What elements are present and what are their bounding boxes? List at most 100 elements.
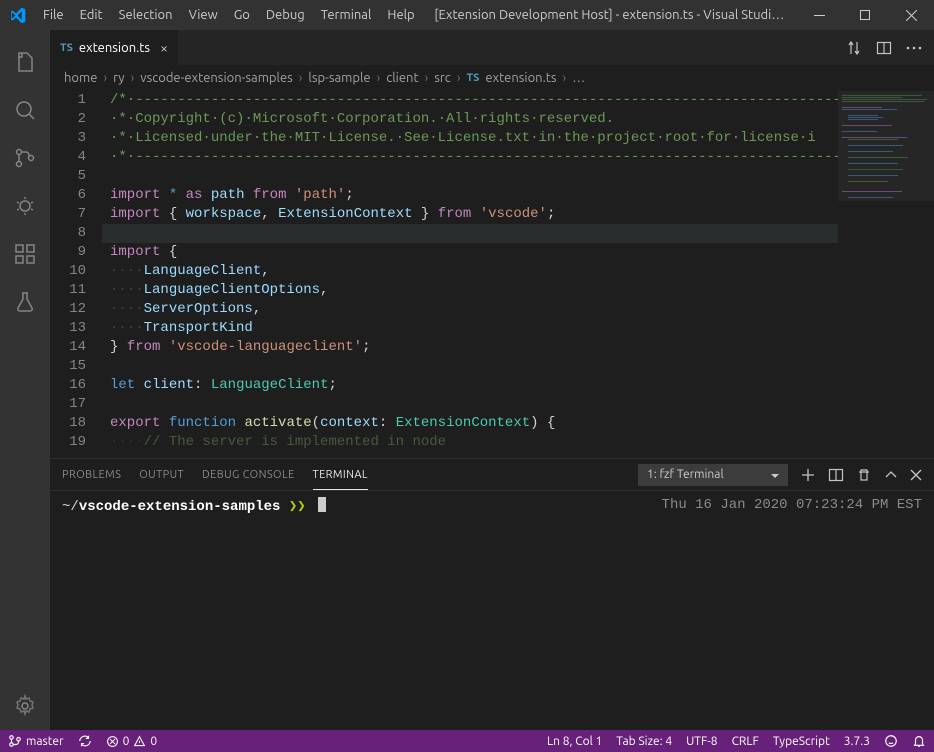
explorer-icon[interactable] xyxy=(1,38,49,86)
tab-size-status[interactable]: Tab Size: 4 xyxy=(616,735,672,748)
breadcrumb-segment[interactable]: ry xyxy=(113,71,124,85)
line-number: 12 xyxy=(50,300,86,319)
code-line[interactable]: import { xyxy=(102,243,934,262)
code-line[interactable]: export function activate(context: Extens… xyxy=(102,414,934,433)
code-line[interactable]: ·*·-------------------------------------… xyxy=(102,148,934,167)
code-line[interactable]: ····LanguageClient, xyxy=(102,262,934,281)
panel-tab-terminal[interactable]: TERMINAL xyxy=(313,469,368,490)
search-icon[interactable] xyxy=(1,86,49,134)
line-number: 6 xyxy=(50,186,86,205)
testing-icon[interactable] xyxy=(1,278,49,326)
git-branch-status[interactable]: master xyxy=(8,734,64,748)
close-panel-icon[interactable] xyxy=(910,469,922,481)
tab-close-icon[interactable]: × xyxy=(156,40,168,56)
breadcrumb-segment[interactable]: lsp-sample xyxy=(308,71,370,85)
feedback-icon[interactable] xyxy=(884,734,898,748)
breadcrumb-separator: › xyxy=(377,71,381,85)
settings-gear-icon[interactable] xyxy=(1,682,49,730)
panel-tab-problems[interactable]: PROBLEMS xyxy=(62,469,121,481)
tab-extension-ts[interactable]: TS extension.ts × xyxy=(50,30,179,65)
more-actions-icon[interactable] xyxy=(906,46,922,50)
split-terminal-icon[interactable] xyxy=(828,467,844,483)
status-bar: master 0 0 Ln 8, Col 1 Tab Size: 4 UTF-8… xyxy=(0,730,934,752)
code-line[interactable] xyxy=(102,224,934,243)
line-number: 13 xyxy=(50,319,86,338)
terminal-selector[interactable]: 1: fzf Terminal xyxy=(638,464,788,486)
breadcrumb-segment[interactable]: home xyxy=(64,71,97,85)
line-number: 4 xyxy=(50,148,86,167)
eol-status[interactable]: CRLF xyxy=(732,735,759,748)
cursor-position-status[interactable]: Ln 8, Col 1 xyxy=(547,735,602,748)
line-number: 1 xyxy=(50,91,86,110)
split-editor-icon[interactable] xyxy=(876,40,892,56)
notifications-icon[interactable] xyxy=(912,734,926,748)
breadcrumb-segment[interactable]: … xyxy=(572,71,585,85)
minimize-button[interactable] xyxy=(796,0,842,30)
extensions-icon[interactable] xyxy=(1,230,49,278)
source-control-icon[interactable] xyxy=(1,134,49,182)
code-line[interactable]: import { workspace, ExtensionContext } f… xyxy=(102,205,934,224)
panel-tab-debug-console[interactable]: DEBUG CONSOLE xyxy=(202,469,295,481)
panel-tab-output[interactable]: OUTPUT xyxy=(139,469,184,481)
menu-debug[interactable]: Debug xyxy=(258,0,313,30)
problems-status[interactable]: 0 0 xyxy=(106,735,158,748)
typescript-file-icon: TS xyxy=(60,42,73,54)
tab-label: extension.ts xyxy=(79,41,150,55)
line-number: 19 xyxy=(50,433,86,452)
line-number: 2 xyxy=(50,110,86,129)
vscode-logo-icon xyxy=(0,7,35,24)
menu-help[interactable]: Help xyxy=(379,0,422,30)
code-line[interactable]: } from 'vscode-languageclient'; xyxy=(102,338,934,357)
code-line[interactable]: ····TransportKind xyxy=(102,319,934,338)
code-line[interactable]: ·*·Copyright·(c)·Microsoft·Corporation.·… xyxy=(102,110,934,129)
code-line[interactable] xyxy=(102,357,934,376)
code-line[interactable]: ·*·Licensed·under·the·MIT·License.·See·L… xyxy=(102,129,934,148)
compare-changes-icon[interactable] xyxy=(846,40,862,56)
bottom-panel: PROBLEMS OUTPUT DEBUG CONSOLE TERMINAL 1… xyxy=(50,458,934,730)
code-content[interactable]: /*·-------------------------------------… xyxy=(102,91,934,458)
menu-file[interactable]: File xyxy=(35,0,72,30)
code-line[interactable]: ····// The server is implemented in node xyxy=(102,433,934,452)
kill-terminal-icon[interactable] xyxy=(856,467,872,483)
menu-bar: FileEditSelectionViewGoDebugTerminalHelp xyxy=(35,0,423,30)
menu-edit[interactable]: Edit xyxy=(72,0,111,30)
breadcrumb-separator: › xyxy=(457,71,461,85)
code-line[interactable]: let client: LanguageClient; xyxy=(102,376,934,395)
code-line[interactable] xyxy=(102,167,934,186)
breadcrumb-segment[interactable]: vscode-extension-samples xyxy=(140,71,293,85)
menu-selection[interactable]: Selection xyxy=(111,0,181,30)
breadcrumb-separator: › xyxy=(103,71,107,85)
line-number: 7 xyxy=(50,205,86,224)
line-number: 14 xyxy=(50,338,86,357)
line-number: 18 xyxy=(50,414,86,433)
code-line[interactable] xyxy=(102,395,934,414)
breadcrumb-segment[interactable]: client xyxy=(386,71,418,85)
terminal-prompt: ~/vscode-extension-samples ❯❯ xyxy=(62,497,326,724)
language-mode-status[interactable]: TypeScript xyxy=(773,735,830,748)
menu-go[interactable]: Go xyxy=(226,0,258,30)
activity-bar xyxy=(0,30,50,730)
sync-status[interactable] xyxy=(78,734,92,748)
maximize-panel-icon[interactable] xyxy=(884,468,898,482)
breadcrumbs[interactable]: home › ry › vscode-extension-samples › lsp-sam… xyxy=(50,65,934,91)
debug-icon[interactable] xyxy=(1,182,49,230)
menu-view[interactable]: View xyxy=(181,0,226,30)
typescript-version-status[interactable]: 3.7.3 xyxy=(844,735,870,748)
code-editor[interactable]: 12345678910111213141516171819 /*·-------… xyxy=(50,91,934,458)
terminal-body[interactable]: ~/vscode-extension-samples ❯❯ Thu 16 Jan… xyxy=(50,491,934,730)
encoding-status[interactable]: UTF-8 xyxy=(686,735,717,748)
maximize-button[interactable] xyxy=(842,0,888,30)
code-line[interactable]: /*·-------------------------------------… xyxy=(102,91,934,110)
code-line[interactable]: ····ServerOptions, xyxy=(102,300,934,319)
line-number: 10 xyxy=(50,262,86,281)
code-line[interactable]: ····LanguageClientOptions, xyxy=(102,281,934,300)
window-title: [Extension Development Host] - extension… xyxy=(423,8,796,22)
close-button[interactable] xyxy=(888,0,934,30)
new-terminal-icon[interactable] xyxy=(800,467,816,483)
code-line[interactable]: import * as path from 'path'; xyxy=(102,186,934,205)
breadcrumb-segment[interactable]: src xyxy=(434,71,451,85)
menu-terminal[interactable]: Terminal xyxy=(313,0,380,30)
breadcrumb-segment[interactable]: extension.ts xyxy=(485,71,556,85)
minimap[interactable] xyxy=(838,91,934,458)
title-bar: FileEditSelectionViewGoDebugTerminalHelp… xyxy=(0,0,934,30)
